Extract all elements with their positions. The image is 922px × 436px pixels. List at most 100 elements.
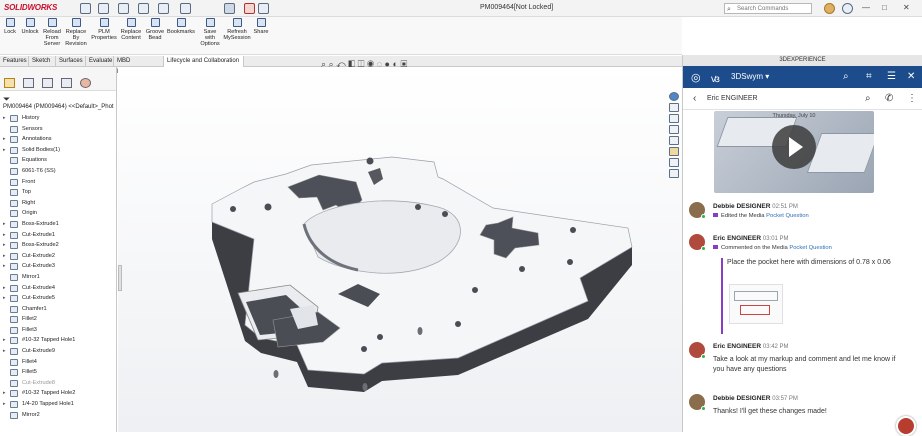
search-conversation-icon[interactable]: ⌕	[865, 93, 871, 104]
avatar[interactable]	[689, 234, 706, 251]
tree-item[interactable]: Fillet5	[3, 367, 115, 378]
tree-item[interactable]: ▸ #10-32 Tapped Hole2	[3, 388, 115, 399]
minimize-button[interactable]: —	[862, 3, 870, 12]
display-manager-icon[interactable]	[80, 78, 91, 88]
search-icon[interactable]: ⌕	[843, 71, 849, 82]
tab-sketch[interactable]: Sketch	[29, 56, 56, 67]
tree-item[interactable]: ▸ Solid Bodies(1)	[3, 145, 115, 156]
graphics-area[interactable]: ⌕ ⌕ ↶ ◧ ◫ ◉ ◌ ● ◐ ▣	[118, 59, 682, 432]
save-with-options-button[interactable]: Save with Options	[198, 18, 222, 47]
expand-caret-icon[interactable]: ▸	[3, 134, 6, 145]
hide-show-icon[interactable]: ◌	[377, 59, 382, 69]
plm-properties-button[interactable]: PLM Properties	[90, 18, 118, 41]
tree-item[interactable]: Cut-Extrude8	[3, 378, 115, 389]
home-icon[interactable]	[80, 3, 91, 14]
expand-caret-icon[interactable]: ▸	[3, 230, 6, 241]
tree-item[interactable]: Equations	[3, 155, 115, 166]
expand-caret-icon[interactable]: ▸	[3, 251, 6, 262]
appearance-icon[interactable]: ●	[385, 59, 390, 69]
expand-caret-icon[interactable]: ▸	[3, 240, 6, 251]
resources-icon[interactable]	[669, 103, 679, 112]
pocket-question-link[interactable]: Pocket Question	[789, 245, 832, 251]
tree-item[interactable]: ▸ 1/4-20 Tapped Hole1	[3, 399, 115, 410]
tree-item[interactable]: ▸ History	[3, 113, 115, 124]
feature-manager-icon[interactable]	[4, 78, 15, 88]
avatar[interactable]	[689, 394, 706, 411]
groove-bead-button[interactable]: Groove Bead	[144, 18, 166, 41]
view-orientation-icon[interactable]: ◫	[358, 59, 365, 69]
expand-caret-icon[interactable]: ▸	[3, 145, 6, 156]
avatar[interactable]	[689, 342, 706, 359]
comment-quote[interactable]: Place the pocket here with dimensions of…	[721, 258, 907, 334]
tab-surfaces[interactable]: Surfaces	[56, 56, 86, 67]
traffic-light-icon[interactable]	[244, 3, 255, 14]
refresh-mysession-button[interactable]: Refresh MySession	[223, 18, 251, 41]
expand-caret-icon[interactable]: ▸	[3, 346, 6, 357]
view-palette-icon[interactable]	[669, 136, 679, 145]
avatar[interactable]	[689, 202, 706, 219]
more-options-icon[interactable]: ⋮	[907, 93, 917, 104]
menu-icon[interactable]: ☰	[887, 71, 896, 82]
file-explorer-icon[interactable]	[669, 125, 679, 134]
tree-item[interactable]: Fillet2	[3, 314, 115, 325]
design-library-icon[interactable]	[669, 114, 679, 123]
tree-item[interactable]: ▸ Cut-Extrude5	[3, 293, 115, 304]
tab-mbd-dimensions[interactable]: MBD Dimensions	[114, 56, 164, 75]
close-button[interactable]: ✕	[903, 3, 910, 12]
tree-item[interactable]: Mirror1	[3, 272, 115, 283]
tree-item[interactable]: Sensors	[3, 124, 115, 135]
custom-properties-icon[interactable]	[669, 158, 679, 167]
close-panel-icon[interactable]: ✕	[907, 71, 915, 82]
expand-caret-icon[interactable]: ▸	[3, 293, 6, 304]
play-icon[interactable]	[772, 125, 816, 169]
tree-item[interactable]: ▸ Boss-Extrude1	[3, 219, 115, 230]
tree-item[interactable]: ▸ Boss-Extrude2	[3, 240, 115, 251]
expand-caret-icon[interactable]: ▸	[3, 283, 6, 294]
bookmarks-button[interactable]: Bookmarks	[167, 18, 195, 35]
configuration-manager-icon[interactable]	[42, 78, 53, 88]
new-document-icon[interactable]	[98, 3, 109, 14]
tree-root-part[interactable]: PM009464 (PM009464) <<Default>_Phot	[3, 104, 114, 110]
tab-features[interactable]: Features	[0, 56, 29, 67]
phone-icon[interactable]: ✆	[885, 93, 893, 104]
tree-item[interactable]: Fillet3	[3, 325, 115, 336]
tag-icon[interactable]: ⌗	[866, 71, 872, 82]
pocket-question-link[interactable]: Pocket Question	[766, 213, 809, 219]
tree-item[interactable]: Fillet4	[3, 357, 115, 368]
reload-from-server-button[interactable]: Reload From Server	[42, 18, 62, 47]
dimxpert-icon[interactable]	[61, 78, 72, 88]
expand-caret-icon[interactable]: ▸	[3, 388, 6, 399]
tree-item[interactable]: Right	[3, 198, 115, 209]
tree-item[interactable]: ▸ Annotations	[3, 134, 115, 145]
tree-item[interactable]: Mirror2	[3, 410, 115, 421]
tree-item[interactable]: ▸ Cut-Extrude2	[3, 251, 115, 262]
expand-caret-icon[interactable]: ▸	[3, 399, 6, 410]
user-avatar-icon[interactable]	[824, 3, 835, 14]
tree-item[interactable]: ▸ Cut-Extrude3	[3, 261, 115, 272]
display-style-icon[interactable]: ◉	[367, 59, 374, 69]
heads-up-view-toolbar[interactable]: ⌕ ⌕ ↶ ◧ ◫ ◉ ◌ ● ◐ ▣	[321, 59, 407, 70]
tree-item[interactable]: Origin	[3, 208, 115, 219]
back-icon[interactable]: ‹	[693, 93, 696, 104]
tree-item[interactable]: 6061-T6 (SS)	[3, 166, 115, 177]
property-manager-icon[interactable]	[23, 78, 34, 88]
zoom-area-icon[interactable]: ⌕	[329, 59, 334, 69]
replace-by-revision-button[interactable]: Replace By Revision	[64, 18, 88, 47]
tree-item[interactable]: ▸ Cut-Extrude9	[3, 346, 115, 357]
compass-icon[interactable]: ◎	[691, 71, 701, 84]
message-feed[interactable]: Thursday, July 10 Debbie DESIGNER 02:51 …	[683, 110, 922, 432]
maximize-button[interactable]: □	[882, 3, 887, 12]
unlock-button[interactable]: Unlock	[20, 18, 40, 35]
print-icon[interactable]	[158, 3, 169, 14]
home-pane-icon[interactable]	[669, 169, 679, 178]
undo-icon[interactable]	[180, 3, 191, 14]
save-icon[interactable]	[138, 3, 149, 14]
search-commands-input[interactable]: ⌕ Search Commands	[724, 3, 812, 14]
scene-icon[interactable]: ◐	[392, 59, 397, 69]
section-view-icon[interactable]: ◧	[348, 59, 355, 69]
tree-item[interactable]: ▸ Cut-Extrude4	[3, 283, 115, 294]
tree-item[interactable]: Top	[3, 187, 115, 198]
tree-item[interactable]: ▸ #10-32 Tapped Hole1	[3, 335, 115, 346]
share-button[interactable]: Share	[253, 18, 269, 35]
expand-caret-icon[interactable]: ▸	[3, 335, 6, 346]
